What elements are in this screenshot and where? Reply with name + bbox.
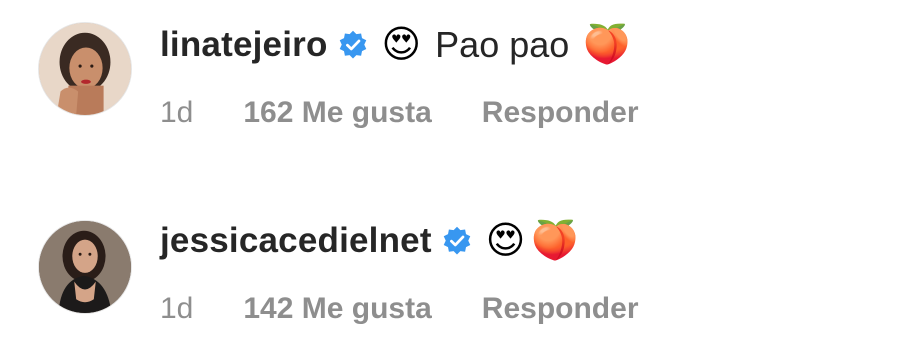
- verified-badge-icon: [338, 30, 368, 60]
- username-link[interactable]: jessicacedielnet: [160, 221, 432, 261]
- heart-eyes-emoji: 😍: [381, 24, 422, 66]
- comment-body: linatejeiro 😍 Pao pao 🍑: [160, 20, 631, 70]
- username-link[interactable]: linatejeiro: [160, 25, 328, 65]
- likes-count-link[interactable]: 162 Me gusta: [243, 96, 431, 130]
- avatar[interactable]: [38, 22, 132, 116]
- reply-button[interactable]: Responder: [482, 96, 639, 130]
- comment-meta: 1d 142 Me gusta Responder: [160, 288, 639, 330]
- comment-timestamp: 1d: [160, 292, 194, 325]
- peach-emoji: 🍑: [583, 24, 631, 66]
- heart-eyes-emoji: 😍: [485, 220, 526, 262]
- avatar[interactable]: [38, 220, 132, 314]
- comment-text: Pao pao: [435, 24, 570, 65]
- avatar-photo: [39, 221, 131, 313]
- reply-button[interactable]: Responder: [482, 292, 639, 326]
- likes-count-link[interactable]: 142 Me gusta: [243, 292, 431, 326]
- comment-item: linatejeiro 😍 Pao pao 🍑 1d 162 Me gusta …: [0, 0, 898, 140]
- verified-badge-icon: [442, 226, 472, 256]
- comment-meta: 1d 162 Me gusta Responder: [160, 92, 639, 134]
- avatar-photo: [39, 23, 131, 115]
- comment-body: jessicacedielnet 😍 🍑: [160, 216, 579, 266]
- comment-item: jessicacedielnet 😍 🍑 1d 142 Me gusta Res…: [0, 196, 898, 336]
- comment-timestamp: 1d: [160, 96, 194, 129]
- peach-emoji: 🍑: [531, 220, 579, 262]
